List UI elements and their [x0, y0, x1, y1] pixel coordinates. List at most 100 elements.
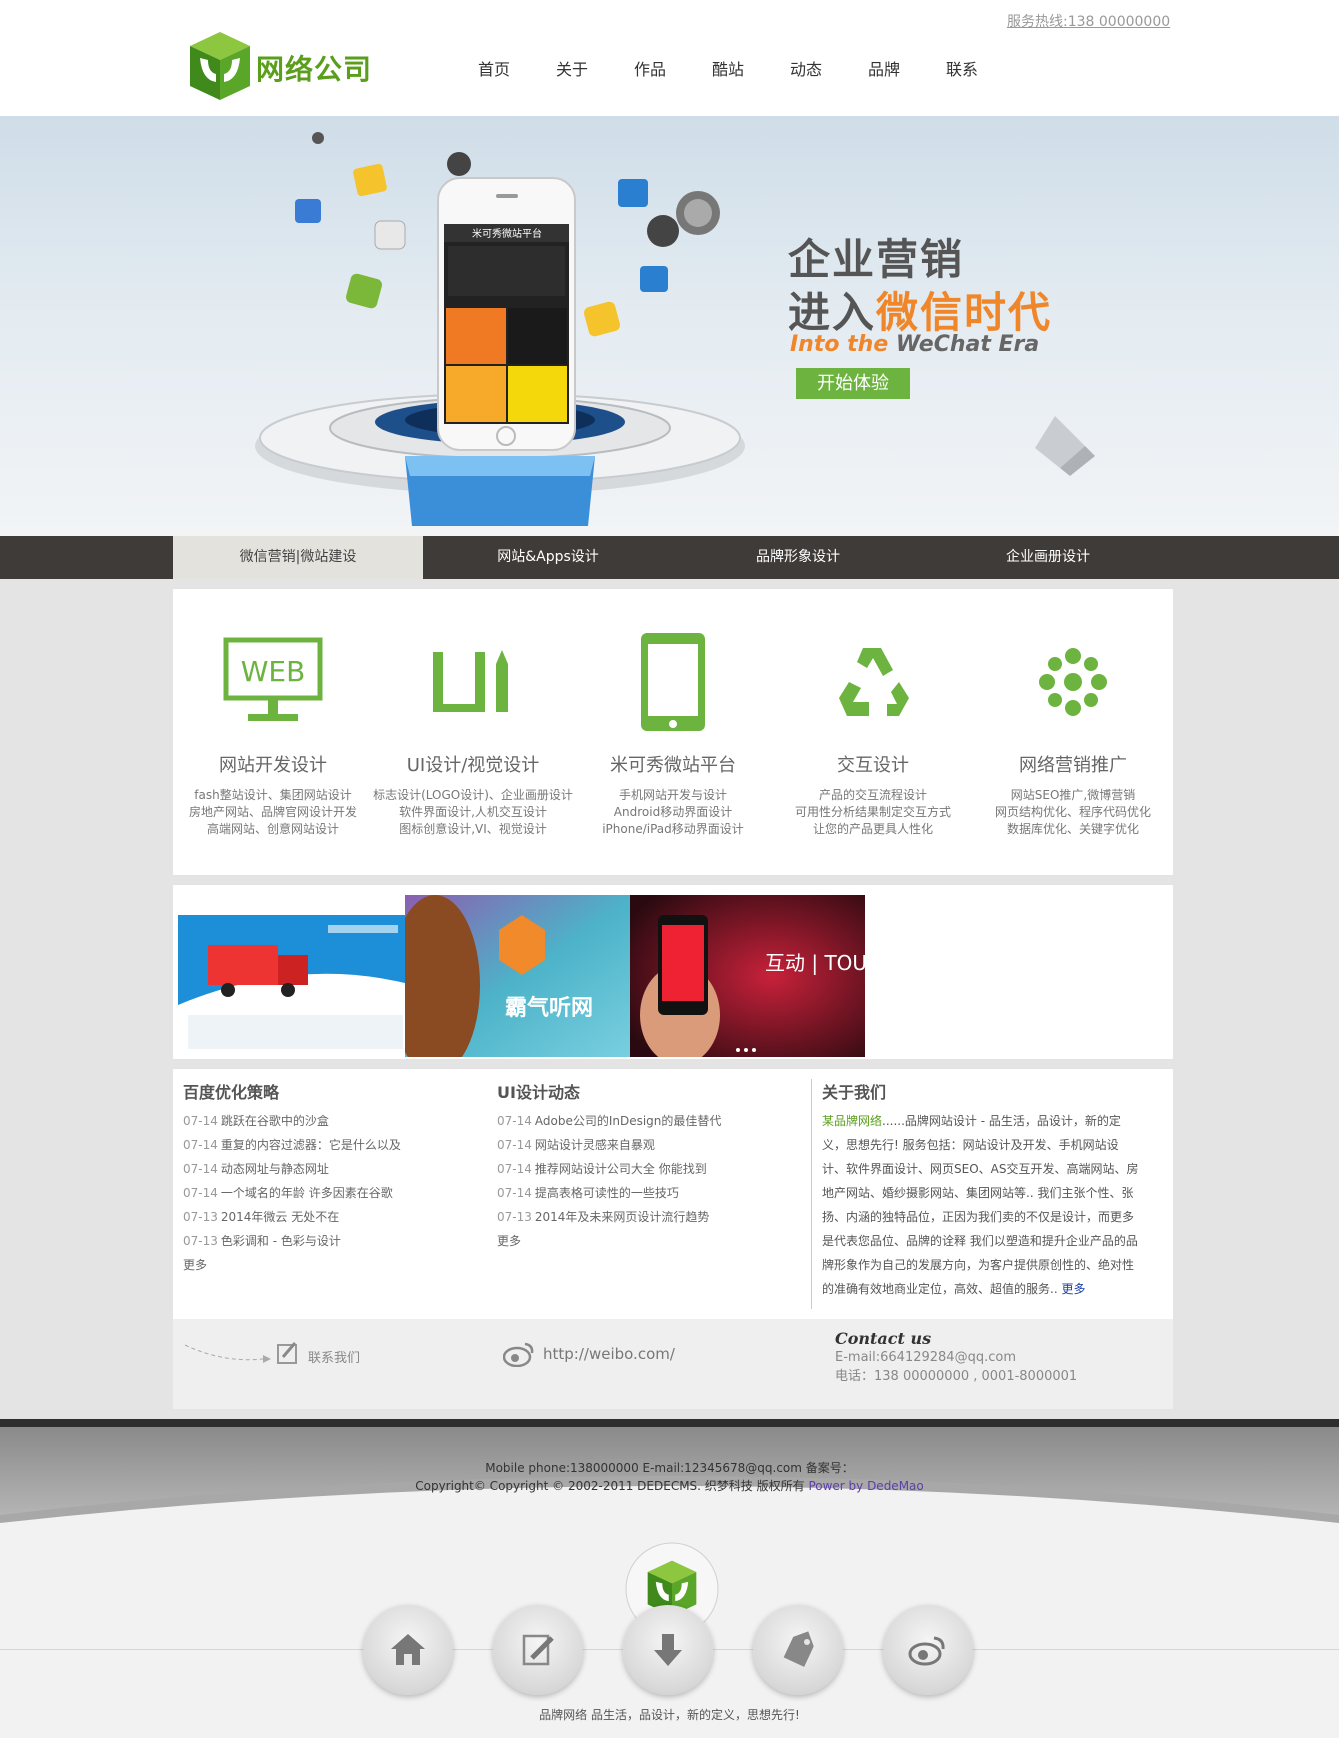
nav-contact[interactable]: 联系 [923, 56, 1001, 80]
news-item[interactable]: 07-13 2014年及未来网页设计流行趋势 [497, 1205, 721, 1229]
banner-heading-line2: 进入微信时代 [788, 279, 1052, 340]
news-date: 07-14 [183, 1138, 218, 1152]
web-monitor-icon: WEB [223, 637, 323, 721]
blog-button[interactable] [753, 1605, 843, 1695]
footer-copyright-line: Copyright© Copyright © 2002-2011 DEDECMS… [0, 1477, 1339, 1495]
work-thumbnail-music[interactable]: 霸气听网 [405, 895, 640, 1057]
news-item[interactable]: 07-14 一个域名的年龄 许多因素在谷歌 [183, 1181, 401, 1205]
news-date: 07-14 [497, 1162, 532, 1176]
service-title: UI设计/视觉设计 [406, 755, 540, 776]
news-item[interactable]: 07-14 网站设计灵感来自暴观 [497, 1133, 721, 1157]
tab-brochure[interactable]: 企业画册设计 [923, 536, 1173, 579]
tab-wechat-marketing[interactable]: 微信营销|微站建设 [173, 536, 423, 579]
news-title[interactable]: 动态网址与静态网址 [221, 1162, 329, 1176]
news-item[interactable]: 07-13 色彩调和 - 色彩与设计 [183, 1229, 401, 1253]
news-item[interactable]: 07-14 动态网址与静态网址 [183, 1157, 401, 1181]
edit-button[interactable] [493, 1605, 583, 1695]
contact-email: E-mail:664129284@qq.com [835, 1350, 1016, 1365]
work-thumbnail-logistics[interactable] [178, 895, 413, 1057]
nav-about[interactable]: 关于 [533, 56, 611, 80]
news-title[interactable]: 一个域名的年龄 许多因素在谷歌 [221, 1186, 393, 1200]
nav-news[interactable]: 动态 [767, 56, 845, 80]
contact-details: Contact us E-mail:664129284@qq.com 电话：13… [835, 1329, 1077, 1386]
news-title[interactable]: 跳跃在谷歌中的沙盒 [221, 1114, 329, 1128]
column-title: 百度优化策略 [183, 1083, 280, 1102]
work-image: 互动 | TOU [630, 895, 865, 1057]
service-tabbar: 微信营销|微站建设 网站&Apps设计 品牌形象设计 企业画册设计 [0, 536, 1339, 579]
hero-banner: 米可秀微站平台 企业营销 进入微信时代 Into the WeChat Era … [0, 116, 1339, 536]
ui-pencil-icon [433, 650, 508, 712]
news-item[interactable]: 07-14 提高表格可读性的一些技巧 [497, 1181, 721, 1205]
nav-works[interactable]: 作品 [611, 56, 689, 80]
tab-web-apps[interactable]: 网站&Apps设计 [423, 536, 673, 579]
service-desc: 网站SEO推广,微博营销 网页结构优化、程序代码优化 数据库优化、关键字优化 [994, 788, 1151, 836]
work-caption: 霸气听网 [505, 995, 593, 1021]
weibo-button[interactable] [883, 1605, 973, 1695]
recycle-icon [839, 648, 909, 716]
weibo-link[interactable]: http://weibo.com/ [543, 1345, 675, 1363]
footer-info: Mobile phone:138000000 E-mail:12345678@q… [0, 1459, 1339, 1495]
nav-brand[interactable]: 品牌 [845, 56, 923, 80]
news-title[interactable]: 网站设计灵感来自暴观 [535, 1138, 655, 1152]
service-interaction[interactable]: 交互设计 产品的交互流程设计 可用性分析结果制定交互方式 让您的产品更具人性化 [773, 589, 973, 875]
news-date: 07-14 [183, 1114, 218, 1128]
contact-us-link[interactable]: 联系我们 [308, 1347, 360, 1366]
news-date: 07-14 [497, 1186, 532, 1200]
more-link[interactable]: 更多 [183, 1258, 207, 1272]
news-item[interactable]: 07-14 跳跃在谷歌中的沙盒 [183, 1109, 401, 1133]
logo-text: 网络公司 [256, 53, 373, 86]
news-date: 07-13 [183, 1210, 218, 1224]
service-desc: 手机网站开发与设计 Android移动界面设计 iPhone/iPad移动界面设… [602, 788, 744, 836]
footer-contact-line: Mobile phone:138000000 E-mail:12345678@q… [485, 1461, 854, 1475]
about-more-link[interactable]: 更多 [1061, 1282, 1085, 1296]
news-title[interactable]: 推荐网站设计公司大全 你能找到 [535, 1162, 707, 1176]
service-marketing[interactable]: 网络营销推广 网站SEO推广,微博营销 网页结构优化、程序代码优化 数据库优化、… [973, 589, 1173, 875]
weibo-icon [908, 1636, 945, 1666]
news-item[interactable]: 07-13 2014年微云 无处不在 [183, 1205, 401, 1229]
service-web[interactable]: WEB 网站开发设计 fash整站设计、集团网站设计 房地产网站、品牌官网设计开… [173, 589, 373, 875]
footer-copyright: Copyright© Copyright © 2002-2011 DEDECMS… [415, 1479, 809, 1493]
logo[interactable]: 网络公司 [188, 30, 398, 110]
power-by-link[interactable]: Power by DedeMao [808, 1479, 923, 1493]
news-item[interactable]: 07-14 Adobe公司的InDesign的最佳替代 [497, 1109, 721, 1133]
service-desc: fash整站设计、集团网站设计 房地产网站、品牌官网设计开发 高端网站、创意网站… [188, 788, 357, 836]
work-thumbnail-interactive[interactable]: 互动 | TOU [630, 895, 865, 1057]
more-link[interactable]: 更多 [497, 1234, 521, 1248]
news-title[interactable]: 2014年及未来网页设计流行趋势 [535, 1210, 710, 1224]
news-item[interactable]: 07-14 推荐网站设计公司大全 你能找到 [497, 1157, 721, 1181]
news-date: 07-13 [183, 1234, 218, 1248]
news-date: 07-13 [497, 1210, 532, 1224]
news-item[interactable]: 07-14 重复的内容过滤器：它是什么以及 [183, 1133, 401, 1157]
service-title: 网络营销推广 [1019, 755, 1127, 776]
nav-home[interactable]: 首页 [455, 56, 533, 80]
main-nav: 首页 关于 作品 酷站 动态 品牌 联系 [455, 56, 1001, 80]
news-title[interactable]: 2014年微云 无处不在 [221, 1210, 339, 1224]
home-button[interactable] [363, 1605, 453, 1695]
svg-text:WEB: WEB [241, 655, 306, 688]
service-mobile[interactable]: 米可秀微站平台 手机网站开发与设计 Android移动界面设计 iPhone/i… [573, 589, 773, 875]
news-title[interactable]: 色彩调和 - 色彩与设计 [221, 1234, 341, 1248]
service-desc: 产品的交互流程设计 可用性分析结果制定交互方式 让您的产品更具人性化 [794, 788, 951, 836]
service-title: 米可秀微站平台 [610, 755, 736, 776]
service-ui[interactable]: UI设计/视觉设计 标志设计(LOGO设计)、企业画册设计 软件界面设计,人机交… [373, 589, 573, 875]
news-title[interactable]: Adobe公司的InDesign的最佳替代 [535, 1114, 722, 1128]
banner-sub-highlight: Into the [790, 332, 889, 357]
news-title[interactable]: 重复的内容过滤器：它是什么以及 [221, 1138, 401, 1152]
hotline-link[interactable]: 服务热线:138 00000000 [1007, 11, 1170, 31]
about-body: ......品牌网站设计 - 品生活，品设计，新的定义，思想先行! 服务包括：网… [822, 1114, 1139, 1296]
tab-brand-identity[interactable]: 品牌形象设计 [673, 536, 923, 579]
footer: Mobile phone:138000000 E-mail:12345678@q… [0, 1419, 1339, 1738]
smartphone-icon [641, 633, 705, 731]
news-title[interactable]: 提高表格可读性的一些技巧 [535, 1186, 679, 1200]
home-icon [391, 1634, 425, 1665]
nav-cool-sites[interactable]: 酷站 [689, 56, 767, 80]
baidu-seo-column: 百度优化策略 07-14 跳跃在谷歌中的沙盒 07-14 重复的内容过滤器：它是什么… [183, 1079, 401, 1277]
download-button[interactable] [623, 1605, 713, 1695]
start-experience-button[interactable]: 开始体验 [796, 368, 910, 399]
blog-tag-icon [783, 1631, 814, 1667]
banner-sub-rest: WeChat Era [888, 332, 1040, 357]
banner-heading-highlight: 微信时代 [876, 288, 1053, 337]
about-text: 某品牌网络......品牌网站设计 - 品生活，品设计，新的定义，思想先行! 服… [822, 1109, 1141, 1301]
works-gallery: 霸气听网 互动 | TOU [173, 885, 1173, 1059]
phone-title-text: 米可秀微站平台 [472, 227, 542, 240]
